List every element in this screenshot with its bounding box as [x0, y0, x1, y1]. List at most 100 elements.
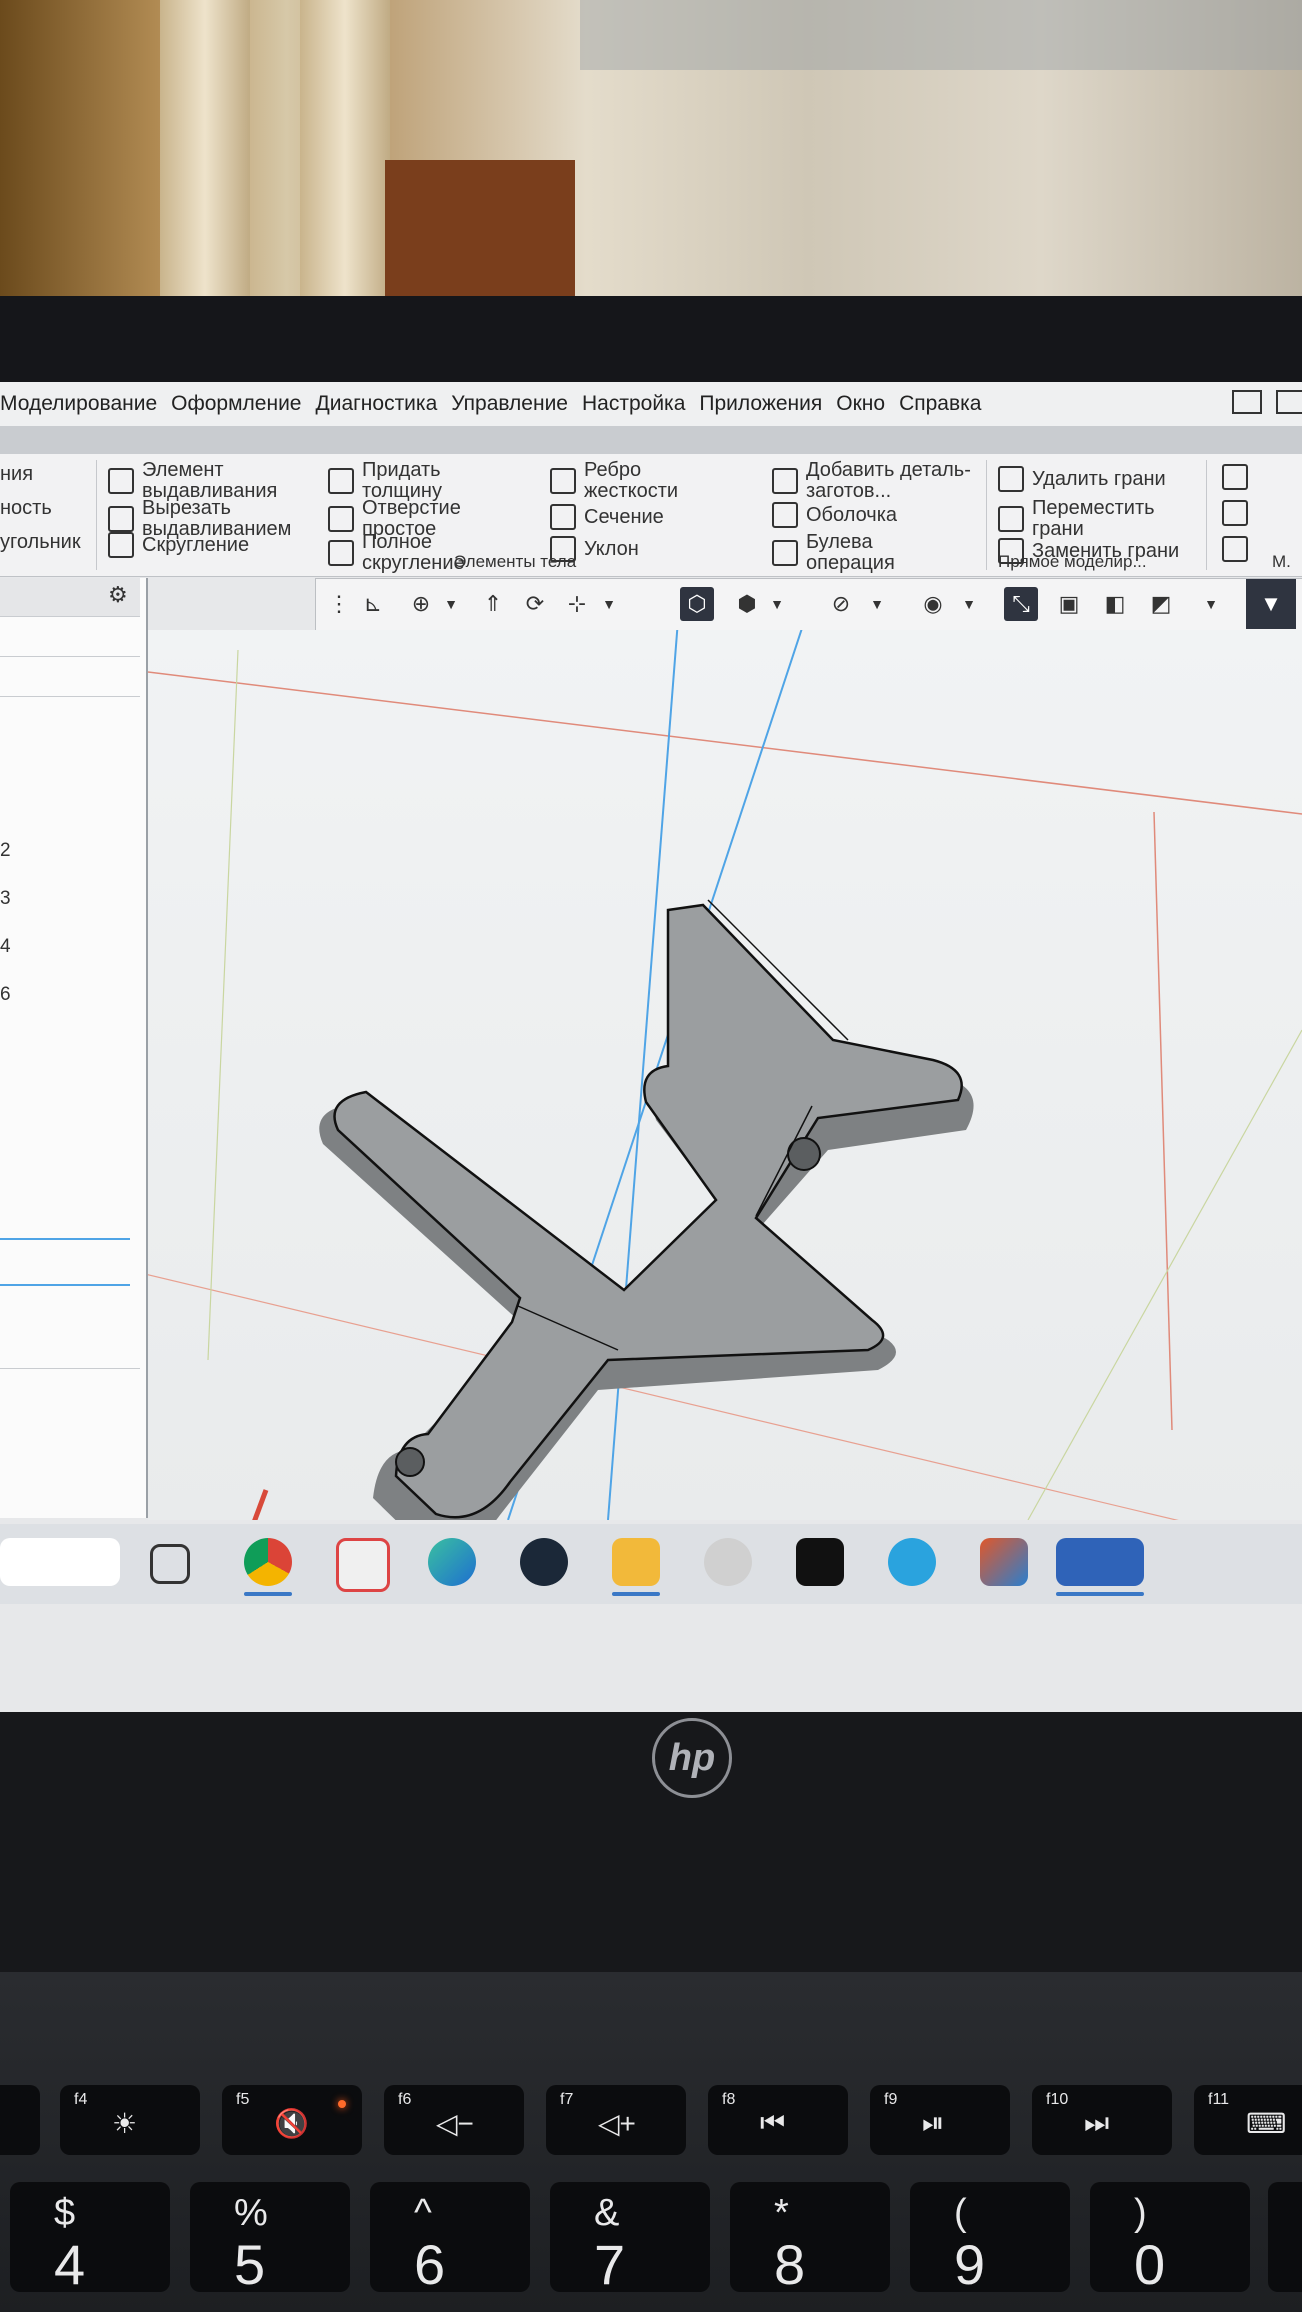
key-6[interactable]: ^ 6: [370, 2182, 530, 2296]
tree-row[interactable]: [0, 658, 140, 697]
paint-icon[interactable]: [704, 1538, 752, 1586]
hp-logo: hp: [652, 1718, 732, 1798]
chevron-down-icon[interactable]: ▼: [1202, 587, 1220, 621]
play-pause-icon: ⏯: [922, 2107, 945, 2138]
key-f10[interactable]: f10 ⏭: [1032, 2085, 1172, 2155]
group-label-m: М.: [1272, 552, 1291, 571]
section-view-icon[interactable]: ▣: [1052, 587, 1086, 621]
chevron-down-icon[interactable]: ▼: [600, 587, 618, 621]
chevron-down-icon[interactable]: ▼: [868, 587, 886, 621]
menu-item-diagnostics[interactable]: Диагностика: [316, 392, 438, 416]
ribbon-left-item-3[interactable]: угольник: [0, 532, 81, 553]
add-blank-part-button[interactable]: Добавить деталь-заготов...: [772, 460, 982, 502]
rib-button[interactable]: Ребро жесткости: [550, 460, 678, 502]
gear-icon[interactable]: ⚙: [108, 582, 128, 608]
key-9[interactable]: (9: [910, 2182, 1070, 2296]
edge-icon[interactable]: [428, 1538, 476, 1586]
menu-item-design[interactable]: Оформление: [171, 392, 301, 416]
ribbon-separator: [1206, 460, 1207, 570]
copilot-icon[interactable]: [0, 1538, 120, 1586]
section-button[interactable]: Сечение: [550, 504, 664, 530]
move-faces-button[interactable]: Переместить грани: [998, 498, 1168, 540]
key-8[interactable]: * 8: [730, 2182, 890, 2296]
telegram-icon[interactable]: [888, 1538, 936, 1586]
tree-row[interactable]: [0, 618, 140, 657]
tree-row[interactable]: [0, 1318, 140, 1369]
plane-edge-green: [207, 649, 239, 1361]
capcut-icon[interactable]: [796, 1538, 844, 1586]
tree-row-number: 6: [0, 984, 11, 1005]
group-label-body-elements: Элементы тела: [454, 552, 577, 571]
shell-button[interactable]: Оболочка: [772, 502, 897, 528]
shell-icon: [772, 502, 798, 528]
key-4[interactable]: $4: [10, 2182, 170, 2296]
key-0[interactable]: ) 0: [1090, 2182, 1250, 2296]
key-minus[interactable]: [1268, 2182, 1302, 2292]
boolean-icon: [772, 540, 798, 566]
airplane-model: [319, 899, 974, 1548]
steam-icon[interactable]: [520, 1538, 568, 1586]
key-7[interactable]: & 7: [550, 2182, 710, 2296]
extra-tool-1[interactable]: [1222, 464, 1256, 490]
key-f4[interactable]: f4 ☀: [60, 2085, 200, 2155]
file-explorer-icon[interactable]: [612, 1538, 660, 1596]
key-f11[interactable]: f11 ⌨: [1194, 2085, 1302, 2155]
boolean-button[interactable]: Булева операция: [772, 532, 922, 574]
ribbon-left-item-2[interactable]: ность: [0, 498, 52, 519]
ribbon-left-item-1[interactable]: ния: [0, 464, 33, 485]
group-label-direct-modeling[interactable]: Прямое моделир...: [998, 552, 1147, 572]
cut-extrude-icon: [108, 506, 134, 532]
key-f8[interactable]: f8 ⏮: [708, 2085, 848, 2155]
extrude-button[interactable]: Элемент выдавливания: [108, 460, 308, 502]
menu-item-modeling[interactable]: Моделирование: [0, 392, 157, 416]
menu-item-apps[interactable]: Приложения: [699, 392, 822, 416]
display-mode-icon[interactable]: ◧: [1098, 587, 1132, 621]
close-window-button[interactable]: [1276, 390, 1302, 414]
chevron-down-icon[interactable]: ▼: [960, 587, 978, 621]
windows-taskbar: [0, 1524, 1302, 1604]
menu-item-window[interactable]: Окно: [836, 392, 885, 416]
pan-icon[interactable]: ⇑: [476, 587, 510, 621]
snap-icon[interactable]: ⤡: [1004, 587, 1038, 621]
extra-tool-2[interactable]: [1222, 500, 1256, 526]
chevron-down-icon[interactable]: ▼: [768, 587, 786, 621]
delete-faces-button[interactable]: Удалить грани: [998, 466, 1166, 492]
visibility-icon[interactable]: ◉: [916, 587, 950, 621]
chevron-down-icon[interactable]: ▼: [442, 587, 460, 621]
restore-window-button[interactable]: [1232, 390, 1262, 414]
chrome-icon[interactable]: [244, 1538, 292, 1596]
tree-row-number: 4: [0, 936, 11, 957]
menu-item-help[interactable]: Справка: [899, 392, 981, 416]
kompas-3d-icon[interactable]: [1056, 1538, 1144, 1596]
fillet-button[interactable]: Скругление: [108, 532, 308, 558]
layers-icon[interactable]: ◩: [1144, 587, 1178, 621]
extra-tool-3[interactable]: [1222, 536, 1256, 562]
grip-handle[interactable]: ⋮: [322, 587, 356, 621]
shaded-display-icon[interactable]: ⬢: [730, 587, 764, 621]
task-view-icon[interactable]: [150, 1544, 190, 1584]
fillet-icon: [108, 532, 134, 558]
previous-track-icon: ⏮: [760, 2107, 786, 2138]
mute-icon: 🔇: [274, 2108, 309, 2139]
view-axes-icon[interactable]: ⊹: [560, 587, 594, 621]
rotate-icon[interactable]: ⟳: [518, 587, 552, 621]
key-5[interactable]: % 5: [190, 2182, 350, 2296]
store-icon[interactable]: [336, 1538, 390, 1592]
view-orientation-cube-icon[interactable]: ⬡: [680, 587, 714, 621]
hide-icon[interactable]: ⊘: [824, 587, 858, 621]
thicken-button[interactable]: Придать толщину: [328, 460, 468, 502]
menu-item-settings[interactable]: Настройка: [582, 392, 685, 416]
key-f6[interactable]: f6 ◁−: [384, 2085, 524, 2155]
key-f5[interactable]: f5 🔇: [222, 2085, 362, 2155]
laptop-top-bezel: [0, 296, 1302, 384]
menu-item-management[interactable]: Управление: [451, 392, 568, 416]
zoom-window-icon[interactable]: ⊕: [404, 587, 438, 621]
matlab-icon[interactable]: [980, 1538, 1028, 1586]
3d-viewport[interactable]: [127, 609, 1302, 1618]
key-f7[interactable]: f7 ◁+: [546, 2085, 686, 2155]
key-f3[interactable]: [0, 2085, 40, 2155]
key-f9[interactable]: f9 ⏯: [870, 2085, 1010, 2155]
filter-icon[interactable]: ▼: [1246, 579, 1296, 629]
tree-row-number: 2: [0, 840, 11, 861]
orientation-icon[interactable]: ⊾: [356, 587, 390, 621]
